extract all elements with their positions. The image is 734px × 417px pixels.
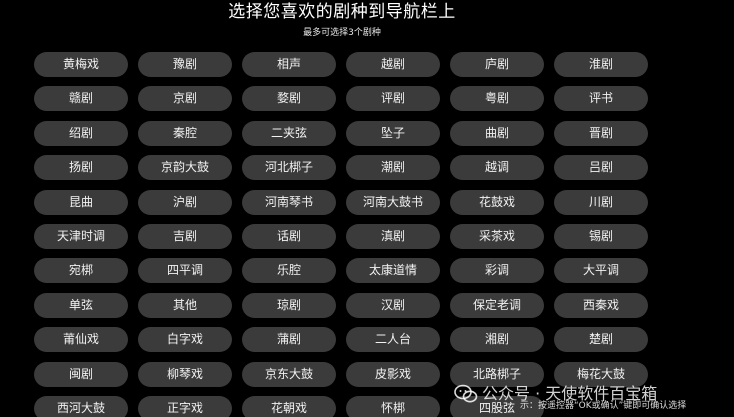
- genre-option[interactable]: 保定老调: [450, 292, 544, 318]
- genre-option[interactable]: 锡剧: [554, 223, 648, 249]
- genre-option[interactable]: 怀梆: [346, 395, 440, 417]
- genre-option[interactable]: 柳琴戏: [138, 361, 232, 387]
- genre-option[interactable]: 川剧: [554, 189, 648, 215]
- genre-option[interactable]: 曲剧: [450, 120, 544, 146]
- genre-option[interactable]: 坠子: [346, 120, 440, 146]
- genre-option[interactable]: 淮剧: [554, 52, 648, 77]
- genre-option[interactable]: 汉剧: [346, 292, 440, 318]
- genre-option[interactable]: 楚剧: [554, 327, 648, 353]
- genre-option[interactable]: 河北梆子: [242, 155, 336, 181]
- genre-option[interactable]: 花鼓戏: [450, 189, 544, 215]
- genre-option[interactable]: 豫剧: [138, 52, 232, 77]
- genre-option[interactable]: 昆曲: [34, 189, 128, 215]
- genre-option[interactable]: 蒲剧: [242, 327, 336, 353]
- genre-option[interactable]: 庐剧: [450, 52, 544, 77]
- genre-option[interactable]: 四平调: [138, 258, 232, 284]
- genre-option[interactable]: 梅花大鼓: [554, 361, 648, 387]
- genre-option[interactable]: 二夹弦: [242, 120, 336, 146]
- page-title: 选择您喜欢的剧种到导航栏上: [228, 2, 456, 22]
- genre-option[interactable]: 京韵大鼓: [138, 155, 232, 181]
- genre-option[interactable]: 婺剧: [242, 86, 336, 112]
- genre-option[interactable]: 宛梆: [34, 258, 128, 284]
- genre-options-grid: 黄梅戏 豫剧 相声 越剧 庐剧 淮剧赣剧 京剧 婺剧 评剧 粤剧 评书绍剧 秦腔 二夹弦 坠子 曲剧 晋剧扬剧…: [34, 52, 648, 417]
- genre-option[interactable]: 评书: [554, 86, 648, 112]
- genre-option[interactable]: 采茶戏: [450, 223, 544, 249]
- genre-option[interactable]: 赣剧: [34, 86, 128, 112]
- genre-option[interactable]: 河南琴书: [242, 189, 336, 215]
- genre-option[interactable]: 太康道情: [346, 258, 440, 284]
- genre-option[interactable]: 黄梅戏: [34, 52, 128, 77]
- genre-option[interactable]: 吕剧: [554, 155, 648, 181]
- genre-option[interactable]: 西河大鼓: [34, 395, 128, 417]
- genre-option[interactable]: 吉剧: [138, 223, 232, 249]
- genre-option[interactable]: 皮影戏: [346, 361, 440, 387]
- genre-option[interactable]: 话剧: [242, 223, 336, 249]
- genre-option[interactable]: 秦腔: [138, 120, 232, 146]
- genre-option[interactable]: 琼剧: [242, 292, 336, 318]
- genre-option[interactable]: 滇剧: [346, 223, 440, 249]
- genre-option[interactable]: 闽剧: [34, 361, 128, 387]
- genre-option[interactable]: 大平调: [554, 258, 648, 284]
- genre-option[interactable]: 正字戏: [138, 395, 232, 417]
- selection-limit-note: 最多可选择3个剧种: [303, 28, 381, 38]
- genre-option[interactable]: 扬剧: [34, 155, 128, 181]
- genre-option[interactable]: 其他: [138, 292, 232, 318]
- genre-option[interactable]: 粤剧: [450, 86, 544, 112]
- genre-option[interactable]: 天津时调: [34, 223, 128, 249]
- genre-option[interactable]: 越剧: [346, 52, 440, 77]
- genre-option[interactable]: 越调: [450, 155, 544, 181]
- genre-option[interactable]: 绍剧: [34, 120, 128, 146]
- remote-hint-text: 示：按遥控器“OK或确认”键即可确认选择: [520, 401, 687, 411]
- genre-option[interactable]: 京剧: [138, 86, 232, 112]
- genre-option[interactable]: 莆仙戏: [34, 327, 128, 353]
- genre-option[interactable]: 河南大鼓书: [346, 189, 440, 215]
- genre-option[interactable]: 单弦: [34, 292, 128, 318]
- genre-option[interactable]: 二人台: [346, 327, 440, 353]
- genre-option[interactable]: 花朝戏: [242, 395, 336, 417]
- genre-selection-screen: 选择您喜欢的剧种到导航栏上 最多可选择3个剧种 黄梅戏 豫剧 相声 越剧 庐剧 淮剧 赣剧京…: [0, 0, 734, 417]
- genre-option[interactable]: 沪剧: [138, 189, 232, 215]
- genre-option[interactable]: 湘剧: [450, 327, 544, 353]
- genre-option[interactable]: 西秦戏: [554, 292, 648, 318]
- genre-option[interactable]: 白字戏: [138, 327, 232, 353]
- genre-option[interactable]: 评剧: [346, 86, 440, 112]
- genre-option[interactable]: 京东大鼓: [242, 361, 336, 387]
- genre-option[interactable]: 晋剧: [554, 120, 648, 146]
- genre-option[interactable]: 相声: [242, 52, 336, 77]
- genre-option[interactable]: 乐腔: [242, 258, 336, 284]
- genre-option[interactable]: 潮剧: [346, 155, 440, 181]
- genre-option[interactable]: 北路梆子: [450, 361, 544, 387]
- genre-option[interactable]: 彩调: [450, 258, 544, 284]
